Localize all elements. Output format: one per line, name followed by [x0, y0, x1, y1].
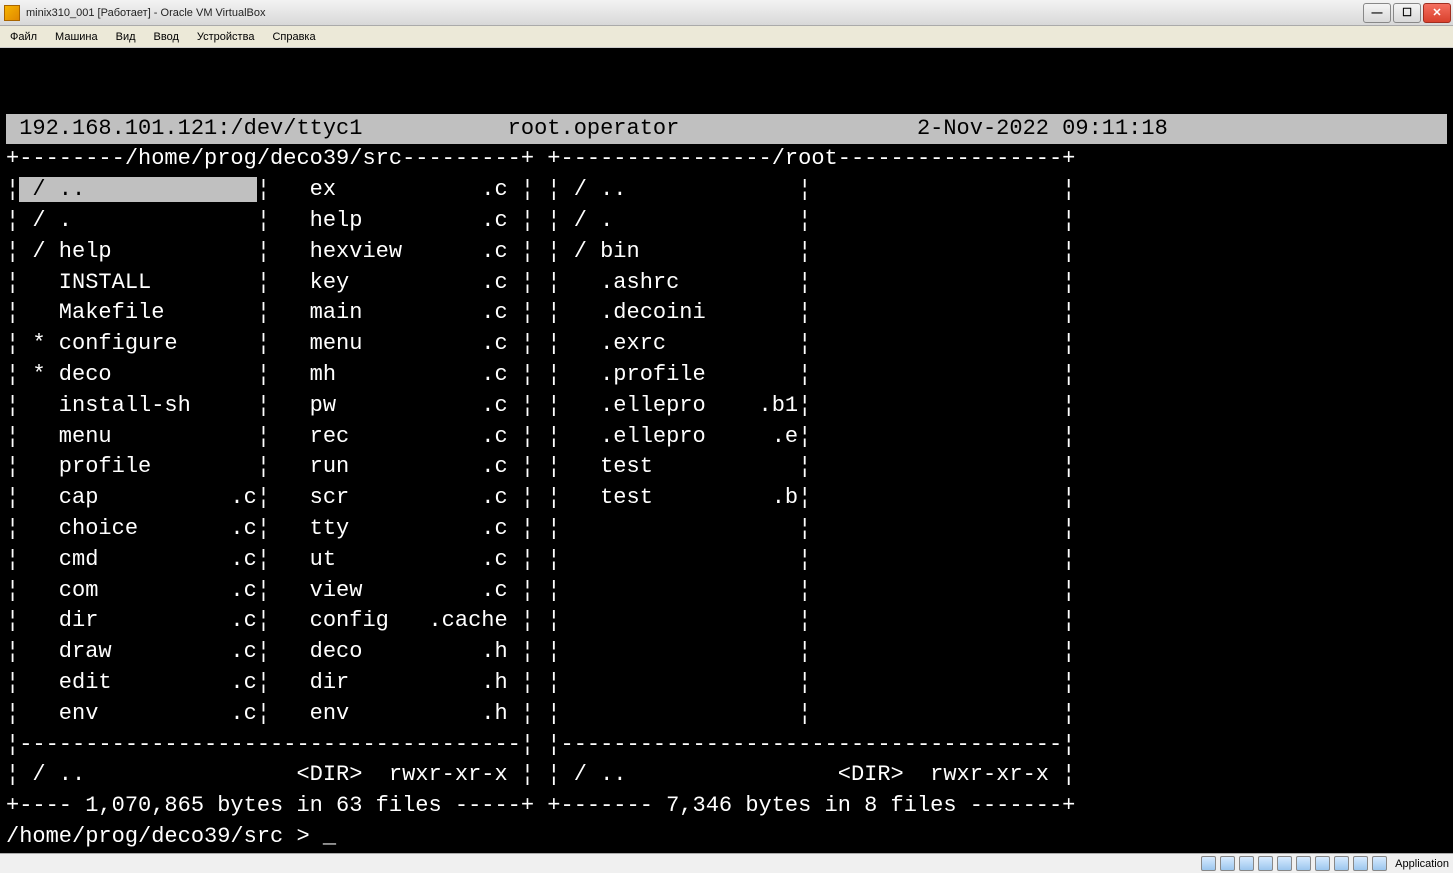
file-row-16[interactable]: ¦ edit .c¦ dir .h ¦ ¦ ¦ ¦ [6, 668, 1447, 699]
file-row-6[interactable]: ¦ * deco ¦ mh .c ¦ ¦ .profile ¦ ¦ [6, 360, 1447, 391]
window-title: minix310_001 [Работает] - Oracle VM Virt… [26, 7, 1363, 19]
status-icon-3[interactable] [1239, 856, 1254, 871]
status-icon-4[interactable] [1258, 856, 1273, 871]
menu-input[interactable]: Ввод [148, 29, 185, 45]
app-icon [4, 5, 20, 21]
file-row-10[interactable]: ¦ cap .c¦ scr .c ¦ ¦ test .b¦ ¦ [6, 483, 1447, 514]
status-icon-6[interactable] [1296, 856, 1311, 871]
panel-border-bottom: +---- 1,070,865 bytes in 63 files -----+… [6, 791, 1447, 822]
file-row-15[interactable]: ¦ draw .c¦ deco .h ¦ ¦ ¦ ¦ [6, 637, 1447, 668]
panel-divider: ¦--------------------------------------¦… [6, 730, 1447, 761]
menu-view[interactable]: Вид [110, 29, 142, 45]
panel-border-top: +--------/home/prog/deco39/src---------+… [6, 144, 1447, 175]
status-icon-8[interactable] [1334, 856, 1349, 871]
status-icon-7[interactable] [1315, 856, 1330, 871]
terminal[interactable]: 192.168.101.121:/dev/ttyc1 root.operator… [0, 48, 1453, 853]
file-row-8[interactable]: ¦ menu ¦ rec .c ¦ ¦ .ellepro .e¦ ¦ [6, 422, 1447, 453]
file-row-3[interactable]: ¦ INSTALL ¦ key .c ¦ ¦ .ashrc ¦ ¦ [6, 268, 1447, 299]
file-row-11[interactable]: ¦ choice .c¦ tty .c ¦ ¦ ¦ ¦ [6, 514, 1447, 545]
file-row-1[interactable]: ¦ / . ¦ help .c ¦ ¦ / . ¦ ¦ [6, 206, 1447, 237]
file-row-5[interactable]: ¦ * configure ¦ menu .c ¦ ¦ .exrc ¦ ¦ [6, 329, 1447, 360]
file-row-4[interactable]: ¦ Makefile ¦ main .c ¦ ¦ .decoini ¦ ¦ [6, 298, 1447, 329]
menu-help[interactable]: Справка [266, 29, 321, 45]
file-row-17[interactable]: ¦ env .c¦ env .h ¦ ¦ ¦ ¦ [6, 699, 1447, 730]
file-row-0[interactable]: ¦ / .. ¦ ex .c ¦ ¦ / .. ¦ ¦ [6, 175, 1447, 206]
status-app-label: Application [1395, 858, 1449, 870]
vm-statusbar: Application [0, 853, 1453, 873]
file-row-12[interactable]: ¦ cmd .c¦ ut .c ¦ ¦ ¦ ¦ [6, 545, 1447, 576]
prompt-line[interactable]: /home/prog/deco39/src > _ [6, 822, 1447, 853]
header-line: 192.168.101.121:/dev/ttyc1 root.operator… [6, 114, 1447, 145]
menu-machine[interactable]: Машина [49, 29, 104, 45]
file-row-9[interactable]: ¦ profile ¦ run .c ¦ ¦ test ¦ ¦ [6, 452, 1447, 483]
status-icon-9[interactable] [1353, 856, 1368, 871]
menu-devices[interactable]: Устройства [191, 29, 261, 45]
file-row-13[interactable]: ¦ com .c¦ view .c ¦ ¦ ¦ ¦ [6, 576, 1447, 607]
file-row-7[interactable]: ¦ install-sh ¦ pw .c ¦ ¦ .ellepro .b1¦ ¦ [6, 391, 1447, 422]
window-titlebar: minix310_001 [Работает] - Oracle VM Virt… [0, 0, 1453, 26]
status-icon-10[interactable] [1372, 856, 1387, 871]
menubar: Файл Машина Вид Ввод Устройства Справка [0, 26, 1453, 48]
maximize-button[interactable]: ☐ [1393, 3, 1421, 23]
menu-file[interactable]: Файл [4, 29, 43, 45]
minimize-button[interactable]: — [1363, 3, 1391, 23]
status-icon-1[interactable] [1201, 856, 1216, 871]
panel-status: ¦ / .. <DIR> rwxr-xr-x ¦ ¦ / .. <DIR> rw… [6, 760, 1447, 791]
file-row-14[interactable]: ¦ dir .c¦ config .cache ¦ ¦ ¦ ¦ [6, 606, 1447, 637]
close-button[interactable]: ✕ [1423, 3, 1451, 23]
file-row-2[interactable]: ¦ / help ¦ hexview .c ¦ ¦ / bin ¦ ¦ [6, 237, 1447, 268]
status-icon-5[interactable] [1277, 856, 1292, 871]
status-icon-2[interactable] [1220, 856, 1235, 871]
